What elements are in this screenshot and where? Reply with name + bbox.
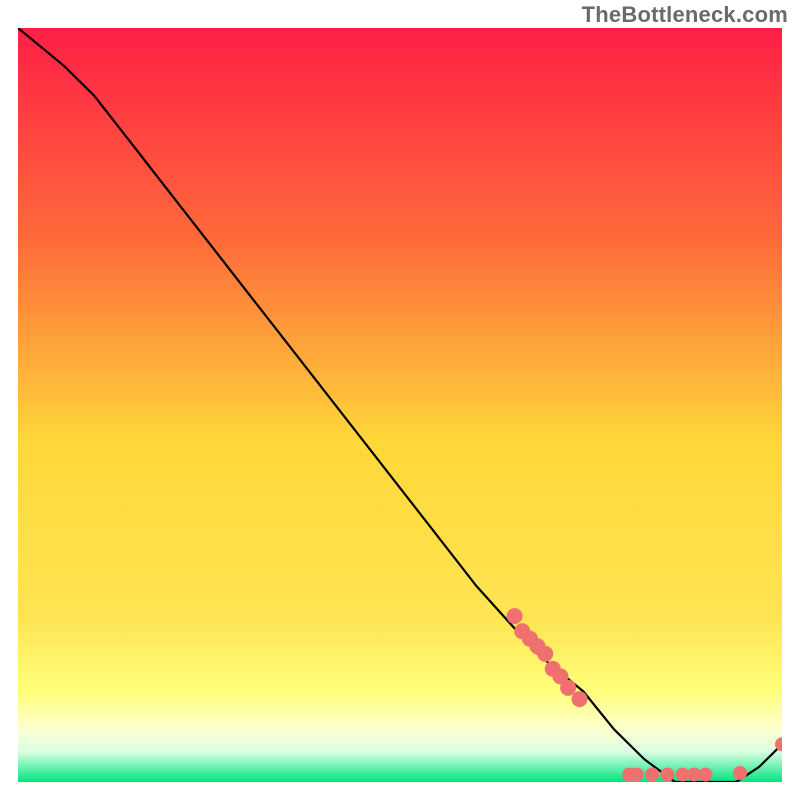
data-point	[699, 768, 713, 782]
data-point	[660, 768, 674, 782]
data-point	[537, 646, 553, 662]
data-point	[560, 680, 576, 696]
plot-area	[18, 28, 782, 782]
data-point	[572, 691, 588, 707]
data-point	[733, 766, 747, 780]
data-point	[630, 768, 644, 782]
data-point	[645, 768, 659, 782]
data-point	[507, 608, 523, 624]
chart-container: TheBottleneck.com	[0, 0, 800, 800]
chart-svg	[18, 28, 782, 782]
watermark-text: TheBottleneck.com	[582, 2, 788, 28]
gradient-background	[18, 28, 782, 782]
